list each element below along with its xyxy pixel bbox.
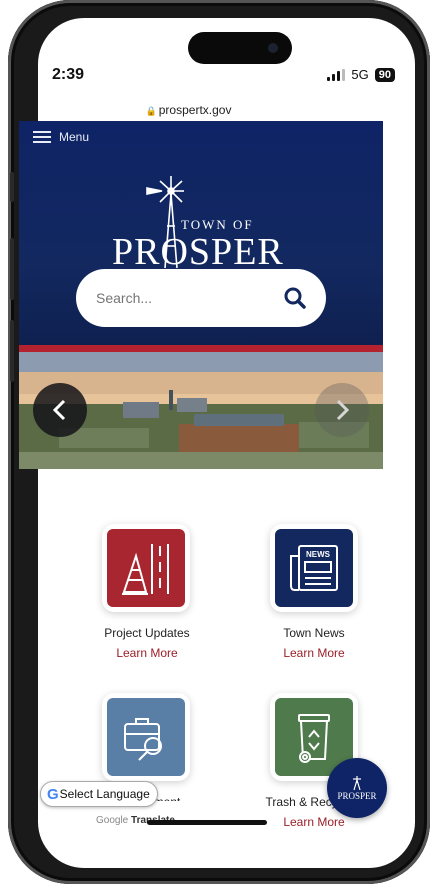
tile-background: [107, 529, 185, 607]
site-header: Menu TOWN OF PROSPER: [19, 121, 383, 359]
tile-label: Town News: [283, 626, 345, 640]
battery-icon: 90: [374, 67, 395, 82]
chevron-left-icon: [52, 399, 66, 421]
header-accent-bar: [19, 345, 383, 352]
town-news-tile[interactable]: NEWS: [270, 524, 358, 612]
home-indicator: [147, 820, 267, 825]
construction-road-icon: [122, 544, 169, 595]
tile-background: NEWS: [275, 529, 353, 607]
camera-icon: [268, 43, 278, 53]
select-language-button[interactable]: G Select Language: [40, 781, 158, 807]
search-input[interactable]: [94, 289, 268, 307]
select-language-label: Select Language: [59, 787, 150, 801]
learn-more-link[interactable]: Learn More: [244, 646, 384, 660]
dynamic-island: [188, 32, 292, 64]
search-icon[interactable]: [284, 287, 306, 309]
hero-slideshow[interactable]: [19, 352, 383, 469]
newspaper-icon: NEWS: [290, 545, 338, 591]
status-time: 2:39: [52, 66, 85, 83]
network-type: 5G: [351, 67, 369, 82]
address-bar[interactable]: 🔒 prospertx.gov: [0, 103, 377, 117]
town-logo[interactable]: TOWN OF PROSPER: [19, 176, 383, 271]
url-text: prospertx.gov: [158, 103, 232, 117]
news-badge: NEWS: [306, 550, 331, 559]
side-button: [10, 172, 14, 202]
prosper-chat-button[interactable]: PROSPER: [327, 758, 387, 818]
signal-icon: [327, 68, 346, 81]
project-updates-tile[interactable]: [102, 524, 190, 612]
lock-icon: 🔒: [145, 106, 157, 116]
volume-down-button: [10, 320, 14, 382]
employment-tile[interactable]: [102, 693, 190, 781]
fab-label: PROSPER: [337, 791, 377, 801]
next-slide-button[interactable]: [315, 383, 369, 437]
hamburger-icon: [33, 131, 51, 143]
google-word: Google: [96, 815, 129, 826]
menu-button[interactable]: Menu: [33, 130, 89, 144]
briefcase-search-icon: [124, 718, 162, 761]
chevron-right-icon: [336, 399, 350, 421]
learn-more-link[interactable]: Learn More: [77, 646, 217, 660]
tile-background: [107, 698, 185, 776]
menu-label: Menu: [59, 130, 90, 144]
status-indicators: 5G 90: [327, 67, 395, 82]
search-box[interactable]: [76, 269, 326, 327]
logo-big-text: PROSPER: [112, 231, 284, 271]
logo-small-text: TOWN OF: [181, 217, 254, 232]
volume-up-button: [10, 238, 14, 300]
prev-slide-button[interactable]: [33, 383, 87, 437]
recycle-bin-icon: [298, 714, 330, 763]
windmill-icon: [353, 776, 361, 791]
google-g-icon: G: [47, 785, 59, 803]
tile-label: Project Updates: [104, 626, 190, 640]
